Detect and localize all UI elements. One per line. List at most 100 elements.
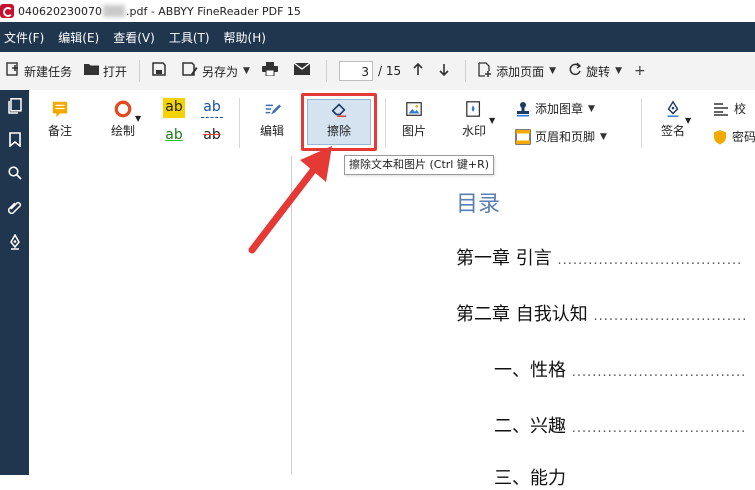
add-page-label: 添加页面 — [496, 64, 545, 79]
add-page-dropdown-icon[interactable]: ▼ — [549, 66, 556, 76]
add-stamp-dropdown-icon[interactable]: ▼ — [588, 104, 595, 114]
add-page-button[interactable]: 添加页面 ▼ — [472, 61, 562, 81]
draw-dropdown-icon[interactable]: ▼ — [135, 114, 141, 123]
menu-help[interactable]: 帮助(H) — [217, 29, 273, 46]
menu-file[interactable]: 文件(F) — [0, 29, 51, 46]
next-page-button[interactable] — [433, 63, 459, 80]
draw-icon — [114, 100, 132, 118]
page-navigator: 3 / 15 — [333, 61, 407, 81]
toc-leader-dots: .............................. — [593, 309, 748, 324]
new-task-button[interactable]: 新建任务 — [0, 62, 78, 80]
toc-entry-text: 二、兴趣 — [494, 416, 566, 437]
toc-entry[interactable]: 三、能力 — [494, 464, 566, 490]
rotate-dropdown-icon[interactable]: ▼ — [615, 66, 622, 76]
new-task-icon — [6, 62, 20, 80]
draw-button[interactable]: 绘制 ▼ — [99, 96, 147, 139]
save-as-icon — [182, 62, 198, 80]
pen-nib-icon — [667, 100, 679, 117]
email-button[interactable] — [288, 62, 320, 79]
attachment-icon[interactable] — [4, 200, 25, 221]
rotate-label: 旋转 — [586, 64, 611, 79]
page-total: / 15 — [377, 64, 402, 78]
password-label: 密码 — [732, 130, 755, 144]
watermark-button[interactable]: 水印 ▼ — [449, 96, 499, 139]
toc-entry[interactable]: 第二章 自我认知 .............................. — [456, 300, 747, 326]
toolbar-separator — [139, 60, 141, 82]
highlight-text-button[interactable]: ab — [163, 98, 185, 118]
page-number-input[interactable]: 3 — [338, 61, 373, 81]
toc-leader-dots: .................................. — [571, 421, 747, 436]
print-button[interactable] — [256, 62, 288, 80]
underline-wavy-button[interactable]: ab — [201, 98, 223, 118]
note-button[interactable]: 备注 — [41, 96, 79, 139]
menu-view[interactable]: 查看(V) — [106, 29, 162, 46]
open-label: 打开 — [103, 64, 128, 79]
arrow-down-icon — [439, 63, 449, 80]
toc-title: 目录 — [456, 192, 501, 217]
note-icon — [52, 101, 68, 118]
toc-entry-text: 第二章 自我认知 — [456, 304, 588, 325]
password-button[interactable]: 密码 — [713, 128, 755, 145]
header-footer-dropdown-icon[interactable]: ▼ — [600, 132, 607, 142]
more-tools-button[interactable]: + — [628, 63, 656, 79]
header-footer-label: 页眉和页脚 — [535, 130, 596, 144]
new-task-label: 新建任务 — [24, 64, 73, 79]
pages-panel-icon[interactable] — [4, 98, 25, 119]
underline-button[interactable]: ab — [163, 126, 185, 146]
strikethrough-label: ab — [203, 127, 221, 143]
header-footer-button[interactable]: 页眉和页脚 ▼ — [515, 128, 607, 145]
watermark-icon — [466, 101, 481, 117]
window-title-end: .pdf - ABBYY FineReader PDF 15 — [125, 4, 301, 18]
image-button[interactable]: 图片 — [395, 96, 433, 139]
document-viewer[interactable]: 目录 第一章 引言 ..............................… — [292, 156, 755, 489]
shield-icon — [714, 129, 726, 144]
header-footer-icon — [515, 128, 531, 145]
ribbon-separator — [385, 98, 386, 148]
image-label: 图片 — [401, 124, 426, 138]
proofread-icon — [714, 102, 728, 116]
abbyy-app-icon — [0, 4, 14, 18]
edit-ribbon: 备注 绘制 ▼ ab ab ab ab 编辑 擦除 图片 水印 ▼ 添加图章 ▼ — [29, 90, 755, 157]
rotate-button[interactable]: 旋转 ▼ — [562, 62, 628, 80]
menu-edit[interactable]: 编辑(E) — [51, 29, 106, 46]
open-button[interactable]: 打开 — [78, 63, 133, 80]
main-toolbar: 新建任务 打开 另存为 ▼ 3 / 15 添加页面 ▼ 旋转 ▼ + — [0, 52, 755, 91]
document-page: 目录 第一章 引言 ..............................… — [292, 156, 755, 489]
plus-icon: + — [633, 63, 646, 79]
save-as-button[interactable]: 另存为 ▼ — [176, 62, 256, 80]
proofread-button[interactable]: 校 — [713, 100, 746, 117]
draw-label: 绘制 — [110, 124, 135, 138]
ribbon-separator — [641, 98, 642, 148]
edit-button[interactable]: 编辑 — [253, 96, 291, 139]
toc-entry-text: 一、性格 — [494, 360, 566, 381]
save-icon — [152, 62, 166, 80]
add-stamp-button[interactable]: 添加图章 ▼ — [515, 100, 595, 117]
save-button[interactable] — [146, 62, 176, 80]
title-bar: 040620230070 .pdf - ABBYY FineReader PDF… — [0, 0, 755, 22]
menu-bar: 文件(F) 编辑(E) 查看(V) 工具(T) 帮助(H) — [0, 22, 755, 52]
printer-icon — [261, 62, 278, 80]
edit-label: 编辑 — [259, 124, 284, 138]
previous-page-button[interactable] — [407, 62, 433, 80]
sign-dropdown-icon[interactable]: ▼ — [685, 116, 691, 125]
erase-tooltip: 擦除文本和图片 (Ctrl 键+R) — [344, 155, 495, 175]
sign-label: 签名 — [660, 124, 685, 138]
signature-panel-icon[interactable] — [4, 233, 25, 255]
save-as-dropdown-icon[interactable]: ▼ — [243, 66, 250, 76]
toc-entry[interactable]: 二、兴趣 .................................. — [494, 412, 746, 438]
toc-leader-dots: .................................. — [571, 365, 747, 380]
strikethrough-button[interactable]: ab — [201, 126, 223, 146]
toc-entry-text: 三、能力 — [494, 468, 566, 489]
toc-leader-dots: .................................... — [557, 253, 743, 268]
menu-tools[interactable]: 工具(T) — [162, 29, 217, 46]
watermark-dropdown-icon[interactable]: ▼ — [489, 116, 495, 125]
toc-entry[interactable]: 一、性格 .................................. — [494, 356, 746, 382]
note-label: 备注 — [47, 124, 72, 138]
save-as-label: 另存为 — [202, 64, 239, 79]
arrow-up-icon — [413, 62, 423, 80]
stamp-icon — [517, 101, 529, 116]
search-icon[interactable] — [4, 166, 25, 187]
sign-button[interactable]: 签名 ▼ — [651, 96, 695, 139]
toc-entry[interactable]: 第一章 引言 .................................… — [456, 244, 742, 270]
bookmark-icon[interactable] — [4, 132, 25, 153]
